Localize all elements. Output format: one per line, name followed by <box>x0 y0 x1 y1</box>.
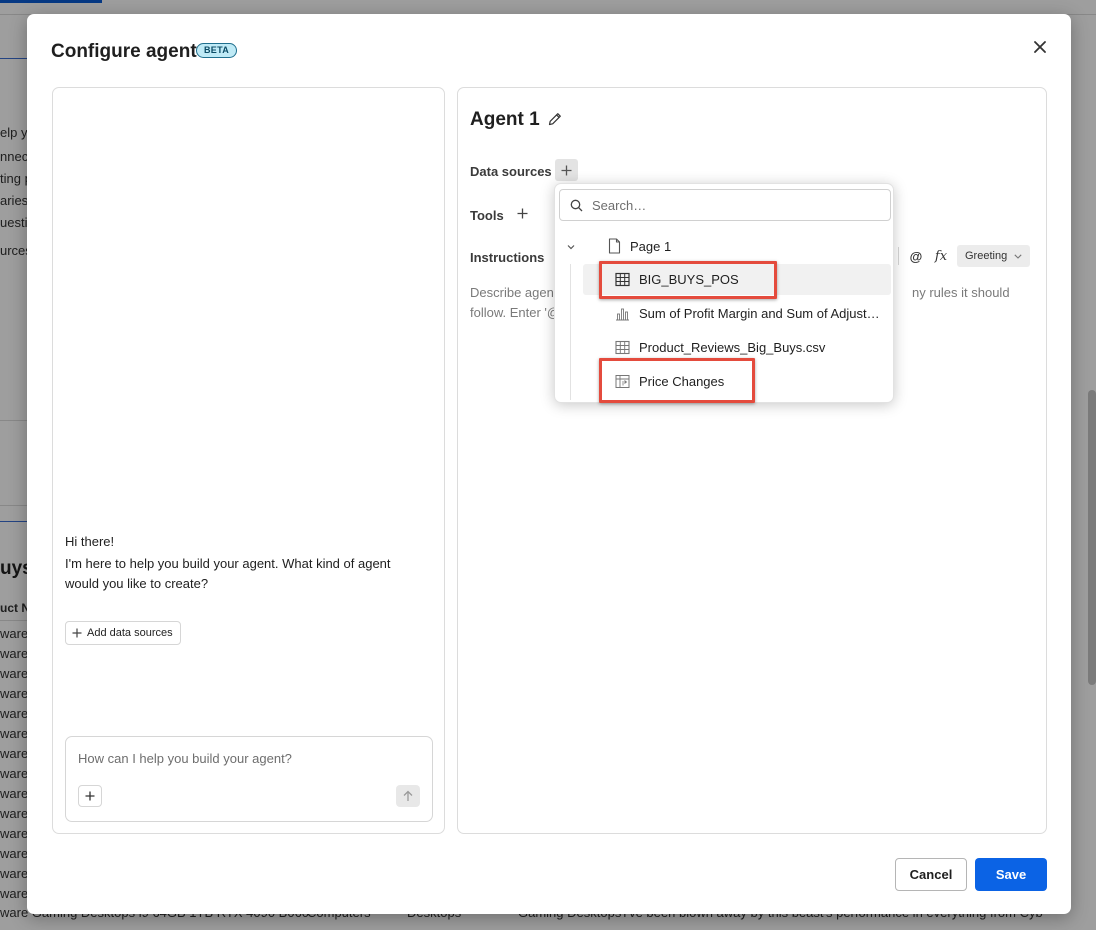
chevron-down-icon[interactable] <box>565 241 577 253</box>
edit-name-button[interactable] <box>547 111 563 127</box>
chat-input-box[interactable]: How can I help you build your agent? <box>65 736 433 822</box>
save-button[interactable]: Save <box>975 858 1047 891</box>
plus-icon <box>85 791 95 801</box>
data-source-dropdown: Page 1 BIG_BUYS_POS Sum of Profit Margin… <box>554 183 894 403</box>
data-source-label: Sum of Profit Margin and Sum of Adjusted… <box>639 306 885 321</box>
tree-node-page-1[interactable]: Page 1 <box>555 235 895 259</box>
agent-name: Agent 1 <box>470 109 540 130</box>
mention-button[interactable]: @ <box>905 245 927 267</box>
tree-page-label: Page 1 <box>630 239 672 254</box>
page-icon <box>608 238 621 254</box>
chat-greeting: Hi there! <box>65 534 115 549</box>
data-source-item[interactable]: Product_Reviews_Big_Buys.csv <box>583 332 891 363</box>
chat-message: I'm here to help you build your agent. W… <box>65 556 391 591</box>
data-source-label: Price Changes <box>639 374 725 389</box>
table-icon <box>615 272 630 287</box>
close-button[interactable] <box>1030 37 1050 57</box>
add-tool-button[interactable] <box>513 204 531 222</box>
configure-agent-dialog: Configure agent BETA Hi there! I'm here … <box>27 14 1071 914</box>
toolbar-divider <box>898 247 899 265</box>
pivot-table-icon <box>615 375 630 388</box>
chat-panel: Hi there! I'm here to help you build you… <box>52 87 445 834</box>
chat-attach-button[interactable] <box>78 785 102 807</box>
add-data-sources-button[interactable]: Add data sources <box>65 621 181 645</box>
tree-guide-line <box>570 264 571 400</box>
plus-icon <box>517 208 527 218</box>
bar-chart-icon <box>616 308 629 321</box>
beta-badge: BETA <box>196 43 238 58</box>
dropdown-search[interactable] <box>559 189 891 221</box>
formula-button[interactable]: fx <box>927 245 955 267</box>
data-source-item[interactable]: Sum of Profit Margin and Sum of Adjusted… <box>583 298 891 329</box>
chat-input-placeholder[interactable]: How can I help you build your agent? <box>78 751 292 766</box>
arrow-up-icon <box>403 790 413 801</box>
instructions-placeholder: ny rules it should <box>912 285 1010 300</box>
instructions-toolbar: @ fx Greeting <box>898 245 1031 267</box>
chevron-down-icon <box>1014 253 1022 259</box>
cancel-button[interactable]: Cancel <box>895 858 967 891</box>
greeting-dropdown[interactable]: Greeting <box>957 245 1031 267</box>
search-icon <box>570 199 583 211</box>
dialog-title: Configure agent <box>51 41 197 62</box>
greeting-label: Greeting <box>965 250 1008 262</box>
close-icon <box>1034 41 1046 53</box>
tools-label: Tools <box>470 208 504 223</box>
data-source-item[interactable]: Price Changes <box>583 366 891 397</box>
data-sources-label: Data sources <box>470 164 552 179</box>
data-source-label: Product_Reviews_Big_Buys.csv <box>639 340 826 355</box>
plus-icon <box>72 628 82 638</box>
pencil-icon <box>548 113 561 126</box>
add-data-source-button[interactable] <box>555 159 578 181</box>
add-data-sources-label: Add data sources <box>87 627 173 639</box>
plus-icon <box>561 165 572 175</box>
send-button[interactable] <box>396 785 420 807</box>
search-input[interactable] <box>592 197 872 213</box>
data-source-item[interactable]: BIG_BUYS_POS <box>583 264 891 295</box>
instructions-label: Instructions <box>470 250 545 265</box>
data-source-label: BIG_BUYS_POS <box>639 272 739 287</box>
table-icon <box>615 340 630 355</box>
